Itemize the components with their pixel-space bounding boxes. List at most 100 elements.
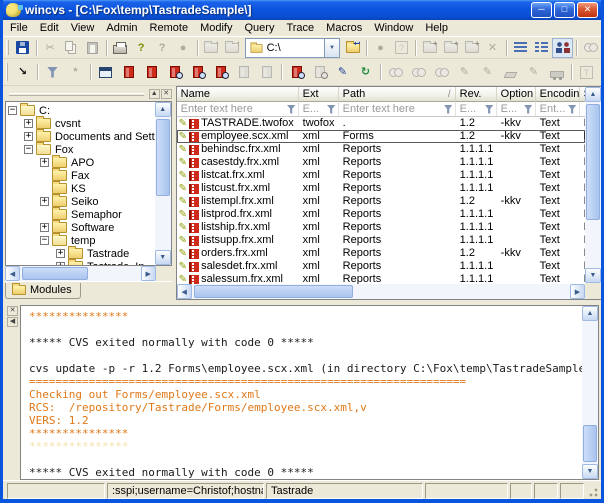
table-row[interactable]: ✎orders.frx.xmlxmlReports1.2-kkvTextMod <box>177 247 585 260</box>
menu-item-remote[interactable]: Remote <box>144 21 195 35</box>
filter-input-name[interactable]: Enter text here <box>177 102 299 116</box>
file-mask-button[interactable]: * <box>64 61 87 84</box>
menu-item-admin[interactable]: Admin <box>100 21 143 35</box>
tree-item-ks[interactable]: KS <box>8 182 155 195</box>
tree-hscrollbar[interactable]: ◀ ▶ <box>5 266 156 281</box>
pane-gripper[interactable] <box>9 93 144 96</box>
minimize-button[interactable]: ─ <box>531 2 552 18</box>
filter-funnel-icon[interactable] <box>444 105 453 114</box>
add-binary-button[interactable] <box>255 61 278 84</box>
tree-item-tastrade[interactable]: +Tastrade <box>8 247 155 260</box>
create-tag-button[interactable]: T <box>575 61 598 84</box>
console-vscrollbar[interactable]: ▲ ▼ <box>582 306 598 479</box>
menu-item-edit[interactable]: Edit <box>34 21 65 35</box>
collapse-icon[interactable]: − <box>24 145 33 154</box>
filter-bar-button[interactable] <box>41 61 64 84</box>
resize-grip-icon[interactable] <box>586 485 599 498</box>
edit-selection-button[interactable]: ✎ <box>331 61 354 84</box>
filter-input-encoding[interactable]: Ent... <box>536 102 580 116</box>
expand-icon[interactable]: + <box>56 262 65 265</box>
unedit-file-button[interactable]: ✎ <box>476 61 499 84</box>
list-vscrollbar[interactable]: ▲ ▼ <box>585 87 601 299</box>
scroll-left-icon[interactable]: ◀ <box>177 284 192 299</box>
filter-funnel-icon[interactable] <box>287 105 296 114</box>
close-button[interactable]: ✕ <box>577 2 598 18</box>
tree-item-software[interactable]: +Software <box>8 221 155 234</box>
delete-tag-button[interactable]: I <box>598 61 604 84</box>
commit-selection-button[interactable] <box>140 61 163 84</box>
edit-file-button[interactable]: ✎ <box>453 61 476 84</box>
table-row[interactable]: ✎listprod.frx.xmlxmlReports1.1.1.1TextMo… <box>177 208 585 221</box>
stop-button[interactable]: ● <box>173 38 194 58</box>
scroll-right-icon[interactable]: ▶ <box>570 284 585 299</box>
filter-input-option[interactable]: E... <box>497 102 536 116</box>
stop-cvs-button[interactable]: ● <box>370 38 391 58</box>
pane-close-icon[interactable]: ✕ <box>161 89 172 99</box>
tree-item-apo[interactable]: +APO <box>8 156 155 169</box>
console-close-icon[interactable]: ✕ <box>7 306 18 316</box>
import-module-button[interactable]: + <box>440 38 461 58</box>
console-collapse-icon[interactable]: ◀ <box>7 317 18 327</box>
tree-item-seiko[interactable]: +Seiko <box>8 195 155 208</box>
filter-funnel-icon[interactable] <box>568 105 577 114</box>
print-button[interactable] <box>110 38 131 58</box>
create-module-button[interactable]: + <box>461 38 482 58</box>
scroll-down-icon[interactable]: ▼ <box>582 464 598 479</box>
table-row[interactable]: ✎employee.scx.xmlxmlForms1.2-kkvTextMod <box>177 130 585 143</box>
filter-input-ext[interactable]: E... <box>299 102 339 116</box>
column-header-rev[interactable]: Rev. <box>456 87 497 102</box>
menu-item-file[interactable]: File <box>4 21 34 35</box>
column-header-path[interactable]: Path/ <box>339 87 456 102</box>
watch-on-button[interactable] <box>384 61 407 84</box>
up-to-root-button[interactable]: ↑ <box>222 38 243 58</box>
copy-button[interactable] <box>61 38 82 58</box>
expand-icon[interactable]: + <box>40 197 49 206</box>
menu-item-modify[interactable]: Modify <box>194 21 238 35</box>
update-selection-button[interactable] <box>117 61 140 84</box>
scroll-right-icon[interactable]: ▶ <box>141 266 156 281</box>
scroll-up-icon[interactable]: ▲ <box>582 306 598 321</box>
scroll-up-icon[interactable]: ▲ <box>585 87 601 102</box>
diff-selection-button[interactable] <box>209 61 232 84</box>
table-row[interactable]: ✎behindsc.frx.xmlxmlReports1.1.1.1TextMo… <box>177 143 585 156</box>
checkout-module-button[interactable]: + <box>419 38 440 58</box>
tree-item-cvsnt[interactable]: +cvsnt <box>8 117 155 130</box>
status-selection-button[interactable] <box>186 61 209 84</box>
query-update-button[interactable] <box>285 61 308 84</box>
tree-item-c-[interactable]: −C: <box>8 104 155 117</box>
expand-icon[interactable]: + <box>40 223 49 232</box>
table-row[interactable]: ✎listempl.frx.xmlxmlReports1.2-kkvTextMo… <box>177 195 585 208</box>
search-button[interactable] <box>580 38 601 58</box>
combobox-dropdown-icon[interactable]: ▼ <box>324 39 339 57</box>
expand-icon[interactable]: + <box>56 249 65 258</box>
filter-funnel-icon[interactable] <box>524 105 533 114</box>
table-row[interactable]: ✎listcust.frx.xmlxmlReports1.1.1.1TextMo… <box>177 182 585 195</box>
pane-pin-icon[interactable]: ▲ <box>149 89 160 99</box>
menu-item-window[interactable]: Window <box>368 21 419 35</box>
context-help-button[interactable]: ? <box>152 38 173 58</box>
table-row[interactable]: ✎casestdy.frx.xmlxmlReports1.1.1.1TextMo… <box>177 156 585 169</box>
title-bar[interactable]: wincvs - [C:\Fox\temp\TastradeSample\] ─… <box>3 0 601 20</box>
flat-mode-button[interactable] <box>510 38 531 58</box>
menu-item-macros[interactable]: Macros <box>320 21 368 35</box>
column-header-ext[interactable]: Ext <box>299 87 339 102</box>
menu-item-trace[interactable]: Trace <box>280 21 320 35</box>
expand-icon[interactable]: + <box>24 132 33 141</box>
menu-item-view[interactable]: View <box>65 21 101 35</box>
explore-button[interactable]: ↘ <box>11 61 34 84</box>
tree-item-tastrade-in[interactable]: +Tastrade_In <box>8 260 155 265</box>
watchers-button[interactable] <box>430 61 453 84</box>
table-row[interactable]: ✎listship.frx.xmlxmlReports1.1.1.1TextMo… <box>177 221 585 234</box>
scroll-down-icon[interactable]: ▼ <box>585 268 601 283</box>
up-one-level-button[interactable]: ↑ <box>201 38 222 58</box>
browse-location-button[interactable]: ↩ <box>342 38 363 58</box>
table-row[interactable]: ✎TASTRADE.twofoxtwofox.1.2-kkvTextMod <box>177 117 585 130</box>
toolbar-gripper[interactable] <box>6 40 9 55</box>
column-header-name[interactable]: Name <box>177 87 299 102</box>
tree-vscrollbar[interactable]: ▲ ▼ <box>155 102 171 265</box>
filter-funnel-icon[interactable] <box>485 105 494 114</box>
tree-item-semaphor[interactable]: Semaphor <box>8 208 155 221</box>
scroll-down-icon[interactable]: ▼ <box>155 250 171 265</box>
tree-item-documents-and-sett[interactable]: +Documents and Sett <box>8 130 155 143</box>
add-selection-button[interactable] <box>232 61 255 84</box>
